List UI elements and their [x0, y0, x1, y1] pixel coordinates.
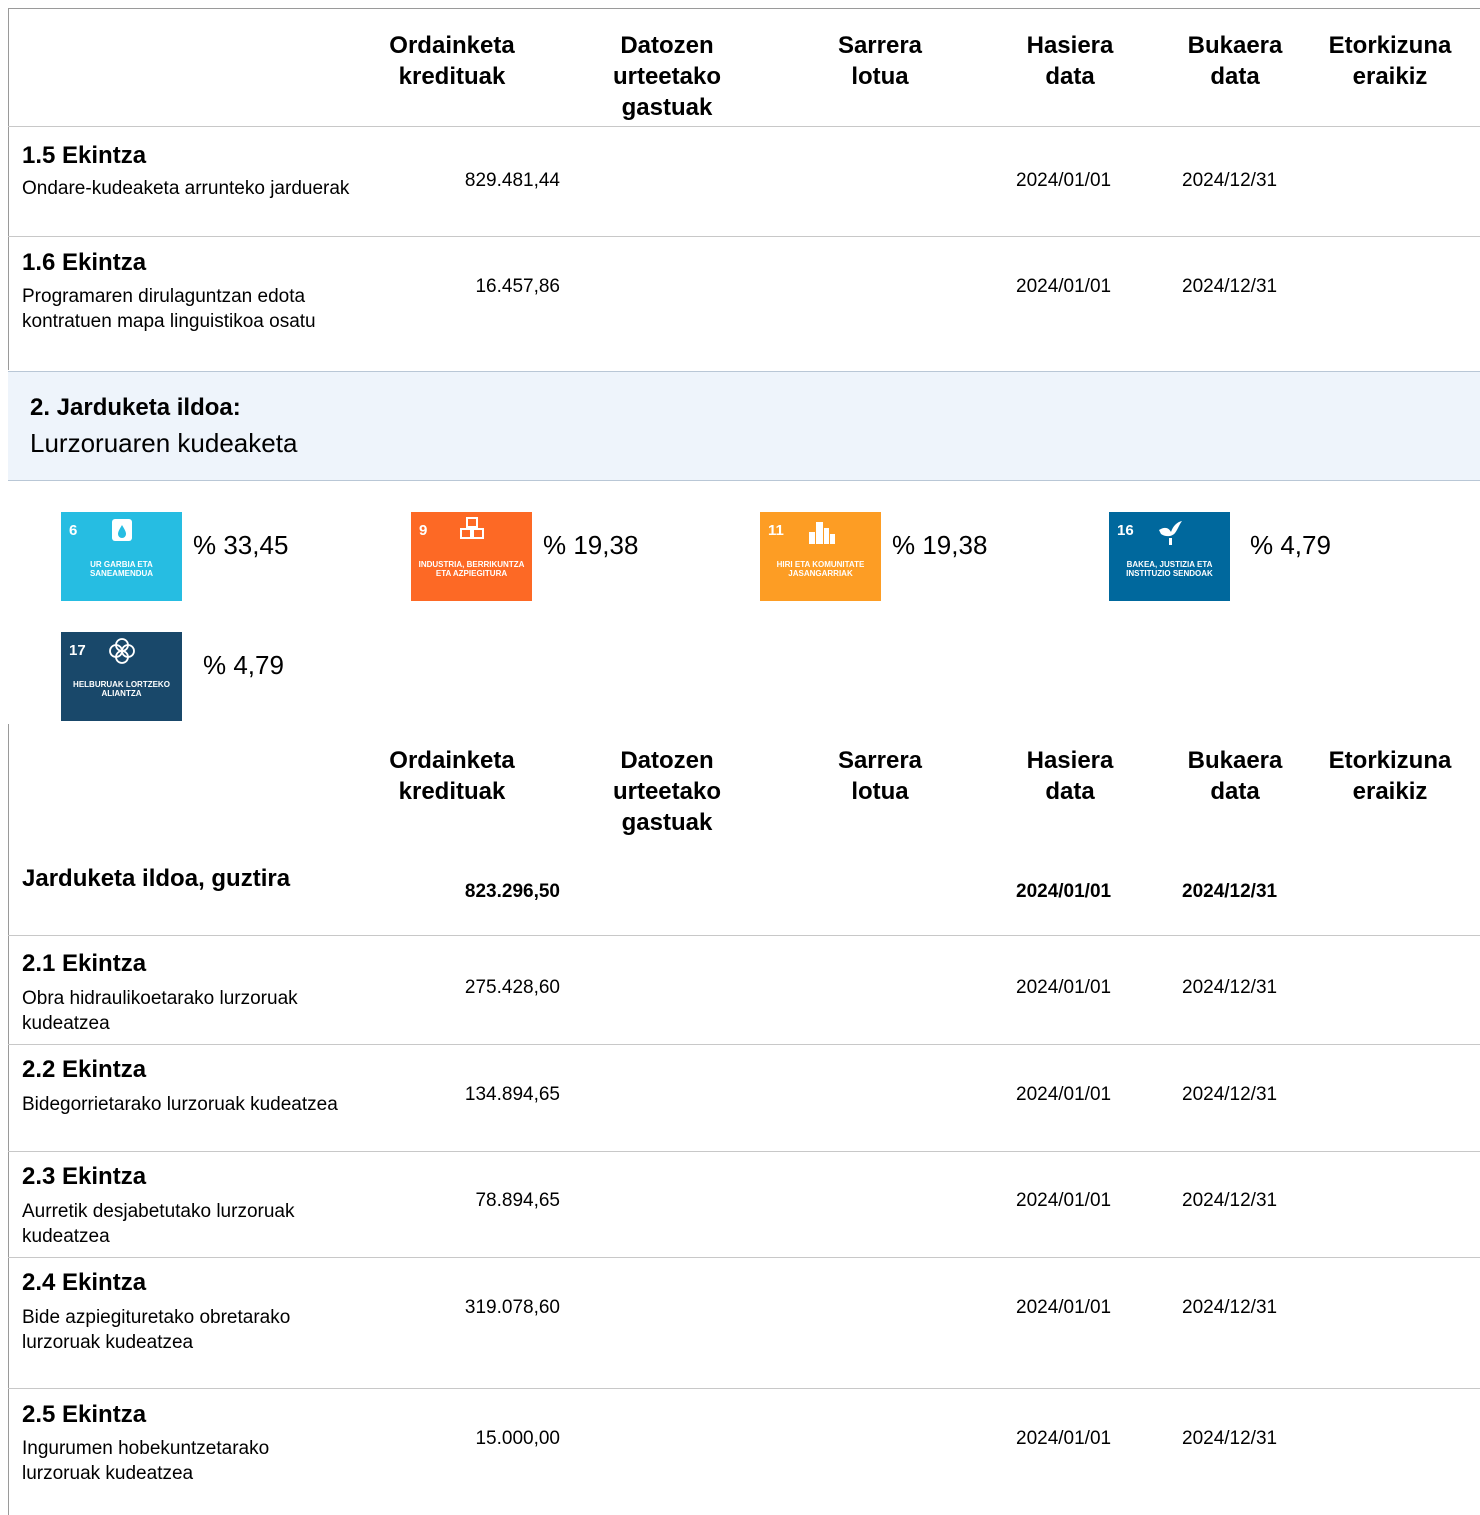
total-payment-credit: 823.296,50: [464, 881, 560, 902]
sdg-label: BAKEA, JUSTIZIA ETA INSTITUZIO SENDOAK: [1126, 560, 1213, 578]
payment-credit: 275.428,60: [464, 977, 560, 998]
col-sarrera-header: Sarrera lotua: [837, 747, 923, 805]
end-date: 2024/12/31: [1182, 1084, 1278, 1105]
start-date: 2024/01/01: [1016, 977, 1112, 998]
action-title: 2.2 Ekintza: [22, 1056, 147, 1083]
table-row: 2.4 Ekintza Bide azpiegituretako obretar…: [0, 1257, 1480, 1388]
table-row: 1.5 Ekintza Ondare-kudeaketa arrunteko j…: [0, 126, 1480, 236]
table-row: 1.6 Ekintza Programaren dirulaguntzan ed…: [0, 236, 1480, 370]
start-date: 2024/01/01: [1016, 881, 1112, 902]
col-ordainketa-header: Ordainketa kredituak: [389, 32, 515, 90]
action-title: 2.4 Ekintza: [22, 1269, 147, 1296]
sdg-label: UR GARBIA ETA SANEAMENDUA: [89, 560, 154, 578]
start-date: 2024/01/01: [1016, 1428, 1112, 1449]
action-title: 1.5 Ekintza: [22, 142, 147, 169]
start-date: 2024/01/01: [1016, 1297, 1112, 1318]
payment-credit: 319.078,60: [464, 1297, 560, 1318]
col-etorkizuna-header: Etorkizuna eraikiz: [1328, 747, 1452, 805]
col-datozen-header: Datozen urteetako gastuak: [612, 747, 722, 836]
sdg-16-percentage: % 4,79: [1250, 530, 1331, 560]
table-header: Ordainketa kredituak Datozen urteetako g…: [0, 30, 1480, 121]
water-drop-icon: [112, 519, 132, 541]
action-description: Obra hidraulikoetarako lurzoruak kudeatz…: [22, 988, 298, 1034]
payment-credit: 78.894,65: [475, 1190, 560, 1211]
start-date: 2024/01/01: [1016, 1084, 1112, 1105]
section-subtitle: Lurzoruaren kudeaketa: [30, 428, 298, 458]
action-description: Bidegorrietarako lurzoruak kudeatzea: [22, 1094, 338, 1115]
end-date: 2024/12/31: [1182, 1190, 1278, 1211]
flower-ring-icon: [109, 638, 135, 664]
end-date: 2024/12/31: [1182, 170, 1278, 191]
col-sarrera-header: Sarrera lotua: [837, 32, 923, 90]
table-row: 2.3 Ekintza Aurretik desjabetutako lurzo…: [0, 1151, 1480, 1257]
action-title: 2.3 Ekintza: [22, 1163, 147, 1190]
payment-credit: 134.894,65: [464, 1084, 560, 1105]
total-row: Jarduketa ildoa, guztira 823.296,50 2024…: [0, 845, 1480, 935]
sdg-17-percentage: % 4,79: [203, 650, 284, 680]
section-title: 2. Jarduketa ildoa:: [30, 394, 241, 421]
end-date: 2024/12/31: [1182, 276, 1278, 297]
sdg-label: INDUSTRIA, BERRIKUNTZA ETA AZPIEGITURA: [418, 560, 525, 578]
sdg-6-percentage: % 33,45: [193, 530, 289, 560]
sdg-number: 6: [69, 522, 78, 539]
table-row: 2.1 Ekintza Obra hidraulikoetarako lurzo…: [0, 935, 1480, 1044]
sdg-17-badge: 17 HELBURUAK LORTZEKO ALIANTZA: [61, 632, 182, 721]
city-icon: [809, 522, 835, 544]
section-band: 2. Jarduketa ildoa: Lurzoruaren kudeaket…: [8, 371, 1480, 481]
sdg-number: 9: [419, 522, 428, 539]
sdg-6-badge: 6 UR GARBIA ETA SANEAMENDUA: [61, 512, 182, 601]
col-ordainketa-header: Ordainketa kredituak: [389, 747, 515, 805]
sdg-number: 11: [768, 522, 784, 539]
sdg-label: HIRI ETA KOMUNITATE JASANGARRIAK: [776, 560, 865, 578]
payment-credit: 829.481,44: [464, 170, 560, 191]
col-datozen-header: Datozen urteetako gastuak: [612, 32, 722, 121]
table-header: Ordainketa kredituak Datozen urteetako g…: [0, 745, 1480, 836]
sdg-number: 16: [1117, 522, 1134, 539]
dove-icon: [1159, 521, 1182, 545]
action-title: 2.1 Ekintza: [22, 950, 147, 977]
sdg-label: HELBURUAK LORTZEKO ALIANTZA: [73, 680, 170, 698]
end-date: 2024/12/31: [1182, 1428, 1278, 1449]
payment-credit: 16.457,86: [475, 276, 560, 297]
table-top-border: [8, 8, 1480, 9]
table-row: 2.2 Ekintza Bidegorrietarako lurzoruak k…: [0, 1044, 1480, 1151]
sdg-9-badge: 9 INDUSTRIA, BERRIKUNTZA ETA AZPIEGITURA: [411, 512, 532, 601]
start-date: 2024/01/01: [1016, 170, 1112, 191]
action-description: Programaren dirulaguntzan edota kontratu…: [22, 286, 316, 332]
sdg-16-badge: 16 BAKEA, JUSTIZIA ETA INSTITUZIO SENDOA…: [1109, 512, 1230, 601]
end-date: 2024/12/31: [1182, 977, 1278, 998]
action-description: Aurretik desjabetutako lurzoruak kudeatz…: [22, 1201, 295, 1247]
table-row: 2.5 Ekintza Ingurumen hobekuntzetarako l…: [0, 1388, 1480, 1515]
action-title: 2.5 Ekintza: [22, 1401, 147, 1428]
action-description: Ondare-kudeaketa arrunteko jarduerak: [22, 178, 350, 199]
sdg-11-badge: 11 HIRI ETA KOMUNITATE JASANGARRIAK: [760, 512, 881, 601]
col-etorkizuna-header: Etorkizuna eraikiz: [1328, 32, 1452, 90]
action-description: Bide azpiegituretako obretarako lurzorua…: [22, 1307, 291, 1353]
sdg-9-percentage: % 19,38: [543, 530, 639, 560]
end-date: 2024/12/31: [1182, 881, 1278, 902]
action-description: Ingurumen hobekuntzetarako lurzoruak kud…: [22, 1438, 270, 1484]
sdg-number: 17: [69, 642, 86, 659]
payment-credit: 15.000,00: [475, 1428, 560, 1449]
cubes-icon: [460, 517, 484, 539]
sdg-11-percentage: % 19,38: [892, 530, 988, 560]
end-date: 2024/12/31: [1182, 1297, 1278, 1318]
start-date: 2024/01/01: [1016, 1190, 1112, 1211]
start-date: 2024/01/01: [1016, 276, 1112, 297]
action-title: 1.6 Ekintza: [22, 249, 147, 276]
total-title: Jarduketa ildoa, guztira: [22, 865, 291, 892]
